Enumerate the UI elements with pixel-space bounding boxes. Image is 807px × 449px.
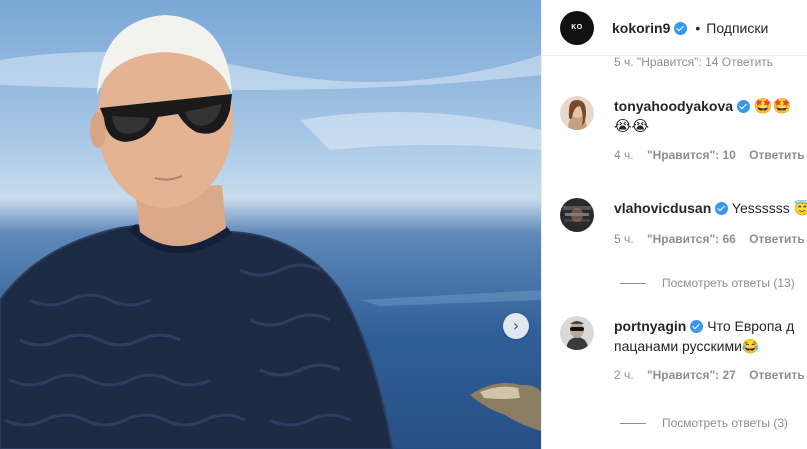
verified-badge-icon: [690, 320, 704, 333]
next-photo-button[interactable]: ›: [503, 313, 529, 339]
author-avatar[interactable]: KO: [560, 10, 594, 45]
comment-text: tonyahoodyakova 🤩🤩: [614, 96, 807, 116]
commenter-avatar[interactable]: [560, 198, 594, 232]
comment-meta: 5 ч. "Нравится": 66 Ответить: [614, 232, 807, 246]
comments-panel: 5 ч. "Нравится": 14 Ответить KO kokorin9…: [542, 0, 807, 449]
comment-content: Что Европа д: [707, 318, 795, 334]
comment-likes[interactable]: "Нравится": 10: [647, 148, 736, 162]
comment-content-line2: пацанами русскими😂: [614, 338, 760, 354]
comment-text: portnyagin Что Европа д: [614, 316, 807, 336]
avatar-image: [560, 316, 594, 350]
comment-time: 5 ч.: [614, 232, 634, 246]
chevron-right-icon: ›: [512, 316, 520, 335]
author-username-text[interactable]: kokorin9: [612, 20, 670, 36]
comment-likes[interactable]: "Нравится": 27: [647, 368, 736, 382]
commenter-username[interactable]: portnyagin: [614, 318, 686, 334]
comment-time: 4 ч.: [614, 148, 634, 162]
comment-meta: 4 ч. "Нравится": 10 Ответить: [614, 148, 807, 162]
reply-button[interactable]: Ответить: [749, 232, 804, 246]
comment-text-line2: 😭😭: [614, 116, 807, 136]
comment-text-line2: пацанами русскими😂: [614, 336, 807, 356]
comment-content-line2: 😭😭: [614, 117, 650, 135]
view-replies-line: [620, 422, 646, 424]
avatar-image: [560, 96, 594, 130]
following-button[interactable]: Подписки: [706, 20, 768, 36]
commenter-avatar[interactable]: [560, 96, 594, 130]
commenter-username[interactable]: tonyahoodyakova: [614, 98, 733, 114]
reply-button[interactable]: Ответить: [749, 148, 804, 162]
commenter-username[interactable]: vlahovicdusan: [614, 200, 711, 216]
comment-content: 🤩🤩: [753, 97, 792, 115]
comment-likes[interactable]: "Нравится": 66: [647, 232, 736, 246]
commenter-avatar[interactable]: [560, 316, 594, 350]
previous-comment-meta: 5 ч. "Нравится": 14 Ответить: [614, 55, 774, 69]
view-replies-button[interactable]: Посмотреть ответы (3): [620, 416, 788, 430]
comment-text: vlahovicdusan Yessssss 😇: [614, 198, 807, 218]
verified-badge-icon: [715, 202, 729, 215]
view-replies-line: [620, 282, 646, 284]
reply-button[interactable]: Ответить: [749, 368, 804, 382]
header-separator: •: [695, 19, 701, 36]
comment-body: portnyagin Что Европа д пацанами русским…: [614, 316, 807, 382]
verified-badge-icon: [737, 100, 751, 113]
author-username[interactable]: kokorin9: [612, 20, 688, 36]
comment-body: vlahovicdusan Yessssss 😇 5 ч. "Нравится"…: [614, 198, 807, 246]
view-replies-label[interactable]: Посмотреть ответы (13): [662, 276, 795, 290]
view-replies-button[interactable]: Посмотреть ответы (13): [620, 276, 795, 290]
post-photo[interactable]: ›: [0, 0, 541, 449]
avatar-image: [560, 198, 594, 232]
author-avatar-text: KO: [571, 24, 583, 31]
view-replies-label[interactable]: Посмотреть ответы (3): [662, 416, 788, 430]
comment-content: Yessssss 😇: [731, 200, 807, 216]
post-header: KO kokorin9 • Подписки: [542, 0, 807, 56]
comment-meta: 2 ч. "Нравится": 27 Ответить: [614, 368, 807, 382]
post-photo-illustration: [0, 15, 541, 449]
verified-badge-icon: [674, 21, 688, 35]
comment-time: 2 ч.: [614, 368, 634, 382]
comment-body: tonyahoodyakova 🤩🤩 😭😭 4 ч. "Нравится": 1…: [614, 96, 807, 162]
